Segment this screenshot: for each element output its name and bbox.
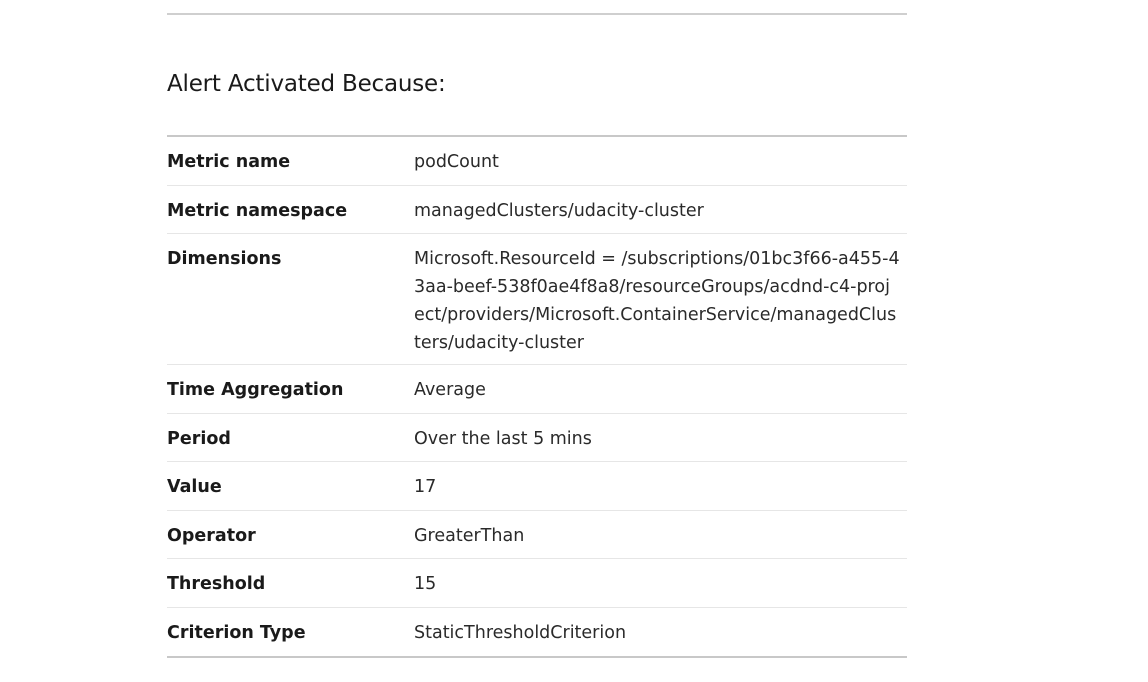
row-label: Threshold bbox=[167, 574, 266, 594]
top-divider bbox=[167, 13, 907, 15]
row-value: 17 bbox=[414, 477, 437, 497]
table-row-period: Period Over the last 5 mins bbox=[167, 414, 907, 462]
alert-criteria-table: Metric name podCount Metric namespace ma… bbox=[167, 135, 907, 658]
table-row-dimensions: Dimensions Microsoft.ResourceId = /subsc… bbox=[167, 234, 907, 365]
row-value: podCount bbox=[414, 152, 499, 172]
dimensions-line: 3aa-beef-538f0ae4f8a8/resourceGroups/acd… bbox=[414, 277, 890, 297]
dimensions-line: Microsoft.ResourceId = /subscriptions/01… bbox=[414, 249, 900, 269]
row-label: Dimensions bbox=[167, 249, 282, 269]
row-label: Value bbox=[167, 477, 222, 497]
section-title: Alert Activated Because: bbox=[167, 71, 446, 97]
table-row-criterion-type: Criterion Type StaticThresholdCriterion bbox=[167, 608, 907, 657]
row-label: Criterion Type bbox=[167, 622, 306, 643]
table-row-operator: Operator GreaterThan bbox=[167, 511, 907, 559]
row-label: Metric namespace bbox=[167, 200, 348, 221]
row-value-dimensions: Microsoft.ResourceId = /subscriptions/01… bbox=[414, 234, 907, 364]
table-row-metric-namespace: Metric namespace managedClusters/udacity… bbox=[167, 186, 907, 234]
row-value: Over the last 5 mins bbox=[414, 428, 592, 449]
row-label: Metric name bbox=[167, 152, 291, 172]
table-row-value: Value 17 bbox=[167, 462, 907, 511]
row-label: Period bbox=[167, 428, 231, 449]
dimensions-line: ters/udacity-cluster bbox=[414, 333, 584, 353]
dimensions-line: ect/providers/Microsoft.ContainerService… bbox=[414, 305, 897, 325]
row-value: StaticThresholdCriterion bbox=[414, 622, 627, 643]
table-row-time-aggregation: Time Aggregation Average bbox=[167, 365, 907, 414]
table-row-metric-name: Metric name podCount bbox=[167, 137, 907, 186]
row-label: Operator bbox=[167, 525, 256, 546]
row-value: 15 bbox=[414, 574, 437, 594]
row-value: GreaterThan bbox=[414, 525, 525, 546]
table-row-threshold: Threshold 15 bbox=[167, 559, 907, 608]
row-label: Time Aggregation bbox=[167, 380, 344, 400]
row-value: managedClusters/udacity-cluster bbox=[414, 200, 704, 221]
row-value: Average bbox=[414, 380, 486, 400]
